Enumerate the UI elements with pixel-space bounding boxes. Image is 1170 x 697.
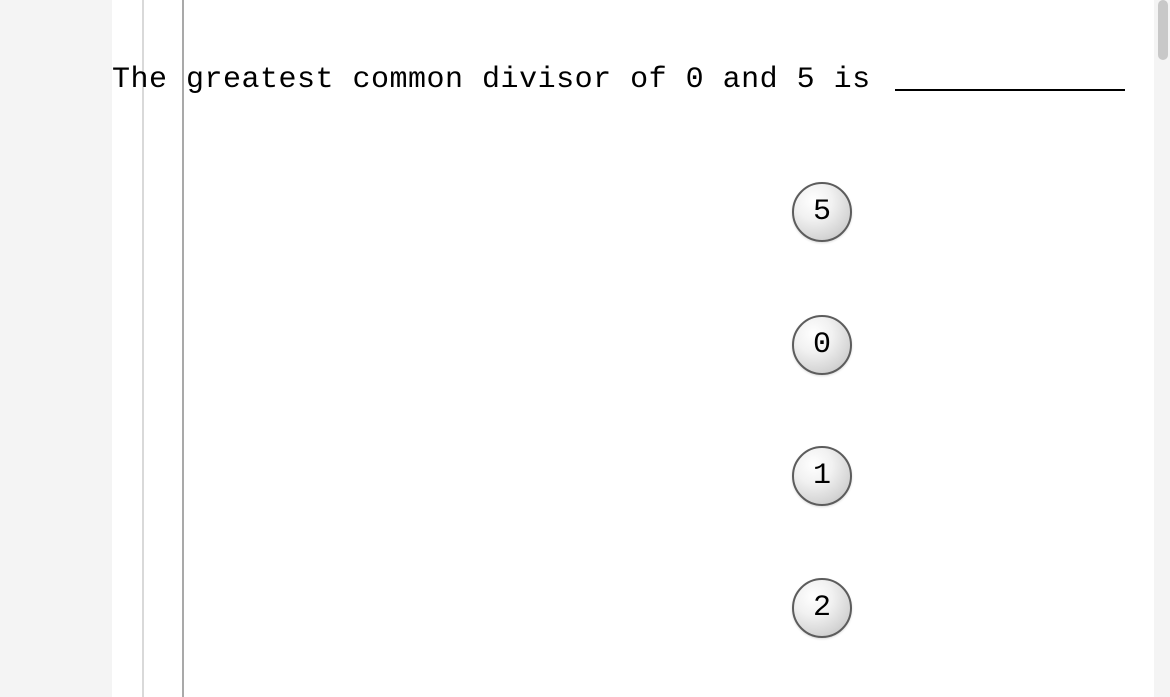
option-button-0[interactable]: 5: [792, 182, 852, 242]
option-label: 5: [813, 195, 831, 229]
option-button-3[interactable]: 2: [792, 578, 852, 638]
question-text: The greatest common divisor of 0 and 5 i…: [112, 63, 1125, 97]
question-prompt: The greatest common divisor of 0 and 5 i…: [112, 63, 871, 97]
option-label: 2: [813, 591, 831, 625]
option-label: 0: [813, 328, 831, 362]
page-left-edge: [112, 0, 144, 697]
scrollbar-thumb[interactable]: [1158, 0, 1168, 60]
option-button-2[interactable]: 1: [792, 446, 852, 506]
option-button-1[interactable]: 0: [792, 315, 852, 375]
fill-in-blank: [895, 89, 1125, 91]
left-margin-band: [0, 0, 112, 697]
scrollbar-track: [1154, 0, 1170, 697]
page-content-area: [144, 0, 1170, 697]
option-label: 1: [813, 459, 831, 493]
vertical-margin-line: [182, 0, 184, 697]
